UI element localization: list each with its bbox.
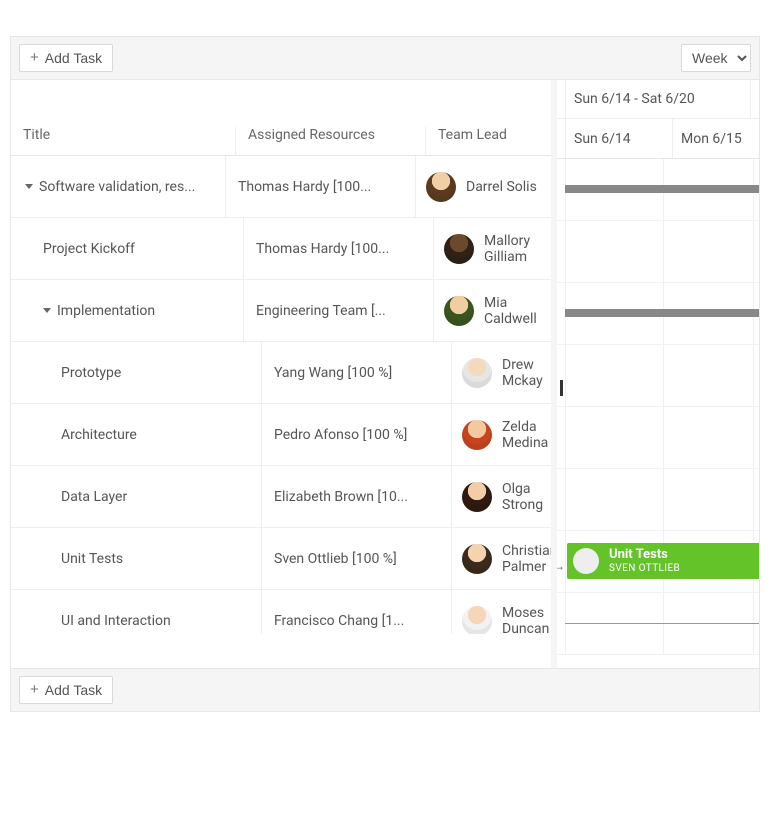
timeline-row[interactable] bbox=[557, 593, 759, 655]
task-title: Software validation, res... bbox=[39, 179, 195, 195]
task-row[interactable]: Data Layer Elizabeth Brown [10... Olga Str… bbox=[11, 466, 551, 528]
add-task-label-bottom: Add Task bbox=[45, 681, 102, 699]
timeline-header: Sun 6/14 - Sat 6/20 Sun 6/14 Mon 6/15 bbox=[557, 80, 759, 159]
avatar bbox=[462, 606, 492, 635]
task-row[interactable]: Project Kickoff Thomas Hardy [100... Mallo… bbox=[11, 218, 551, 280]
task-row[interactable]: Architecture Pedro Afonso [100 %] Zelda Me… bbox=[11, 404, 551, 466]
avatar bbox=[444, 296, 474, 326]
timeline-row[interactable] bbox=[557, 469, 759, 531]
col-teamlead[interactable]: Team Lead bbox=[426, 127, 551, 155]
add-task-button[interactable]: + Add Task bbox=[19, 44, 113, 72]
plus-icon: + bbox=[30, 51, 39, 65]
assigned-resources: Thomas Hardy [100... bbox=[238, 179, 371, 195]
team-lead: Darrel Solis bbox=[466, 179, 537, 195]
timeline-row[interactable] bbox=[557, 407, 759, 469]
task-row[interactable]: Software validation, res... Thomas Hardy … bbox=[11, 156, 551, 218]
task-bar[interactable] bbox=[565, 623, 759, 624]
gantt-body: Title Assigned Resources Team Lead Softw… bbox=[11, 79, 759, 669]
timeline-row[interactable] bbox=[557, 159, 759, 221]
avatar bbox=[462, 482, 492, 512]
assigned-resources: Thomas Hardy [100... bbox=[256, 241, 389, 257]
collapse-icon[interactable] bbox=[43, 308, 51, 313]
task-title: UI and Interaction bbox=[61, 613, 171, 629]
view-select[interactable]: Week bbox=[681, 44, 751, 72]
task-card[interactable]: Unit TestsSVEN OTTLIEB bbox=[567, 543, 759, 579]
assigned-resources: Elizabeth Brown [10... bbox=[274, 489, 408, 505]
timeline-day-0[interactable]: Sun 6/14 bbox=[566, 119, 673, 158]
summary-bar[interactable] bbox=[565, 309, 759, 317]
task-grid-panel: Title Assigned Resources Team Lead Softw… bbox=[11, 80, 551, 668]
team-lead: Christian Palmer bbox=[502, 543, 551, 575]
bottom-toolbar: + Add Task bbox=[11, 669, 759, 711]
top-toolbar: + Add Task Week bbox=[11, 37, 759, 79]
col-title[interactable]: Title bbox=[11, 127, 236, 155]
timeline-row[interactable] bbox=[557, 283, 759, 345]
timeline-row[interactable] bbox=[557, 221, 759, 283]
avatar bbox=[462, 358, 492, 388]
collapse-icon[interactable] bbox=[25, 184, 33, 189]
col-resources[interactable]: Assigned Resources bbox=[236, 127, 426, 155]
task-card-subtitle: SVEN OTTLIEB bbox=[609, 563, 680, 574]
task-title: Unit Tests bbox=[61, 551, 123, 567]
timeline-range: Sun 6/14 - Sat 6/20 bbox=[566, 91, 750, 107]
assigned-resources: Pedro Afonso [100 %] bbox=[274, 427, 407, 443]
assigned-resources: Francisco Chang [1... bbox=[274, 613, 404, 629]
task-grid-filler bbox=[11, 634, 551, 668]
task-title: Prototype bbox=[61, 365, 121, 381]
assigned-resources: Engineering Team [... bbox=[256, 303, 386, 319]
task-title: Data Layer bbox=[61, 489, 127, 505]
team-lead: Drew Mckay bbox=[502, 357, 543, 389]
team-lead: Mia Caldwell bbox=[484, 295, 541, 327]
team-lead: Zelda Medina bbox=[502, 419, 548, 451]
task-title: Project Kickoff bbox=[43, 241, 135, 257]
team-lead: Mallory Gilliam bbox=[484, 233, 541, 265]
task-grid-header: Title Assigned Resources Team Lead bbox=[11, 80, 551, 156]
team-lead: Olga Strong bbox=[502, 481, 543, 513]
assigned-resources: Yang Wang [100 %] bbox=[274, 365, 392, 381]
timeline-row[interactable] bbox=[557, 345, 759, 407]
timeline-day-1[interactable]: Mon 6/15 bbox=[673, 119, 759, 158]
task-row[interactable]: UI and Interaction Francisco Chang [1... M… bbox=[11, 590, 551, 634]
task-title: Architecture bbox=[61, 427, 137, 443]
add-task-label: Add Task bbox=[45, 49, 102, 67]
task-row[interactable]: Unit Tests Sven Ottlieb [100 %] Christian … bbox=[11, 528, 551, 590]
task-title: Implementation bbox=[57, 303, 155, 319]
timeline-row[interactable]: →Unit TestsSVEN OTTLIEB bbox=[557, 531, 759, 593]
task-card-title: Unit Tests bbox=[609, 548, 680, 562]
add-task-button-bottom[interactable]: + Add Task bbox=[19, 676, 113, 704]
dependency-arrow-icon: → bbox=[557, 559, 565, 573]
avatar bbox=[573, 548, 599, 574]
team-lead: Moses Duncan bbox=[502, 605, 549, 635]
task-row[interactable]: Implementation Engineering Team [... Mia C… bbox=[11, 280, 551, 342]
task-bar[interactable] bbox=[560, 380, 563, 396]
assigned-resources: Sven Ottlieb [100 %] bbox=[274, 551, 397, 567]
avatar bbox=[426, 172, 456, 202]
avatar bbox=[462, 544, 492, 574]
gantt-widget: + Add Task Week Title Assigned Resources… bbox=[10, 36, 760, 712]
task-row[interactable]: Prototype Yang Wang [100 %] Drew Mckay bbox=[11, 342, 551, 404]
task-grid-rows: Software validation, res... Thomas Hardy … bbox=[11, 156, 551, 634]
plus-icon: + bbox=[30, 683, 39, 697]
timeline-panel: Sun 6/14 - Sat 6/20 Sun 6/14 Mon 6/15 →U… bbox=[557, 80, 759, 668]
summary-bar[interactable] bbox=[565, 185, 759, 193]
avatar bbox=[462, 420, 492, 450]
timeline-rows: →Unit TestsSVEN OTTLIEB bbox=[557, 159, 759, 655]
avatar bbox=[444, 234, 474, 264]
